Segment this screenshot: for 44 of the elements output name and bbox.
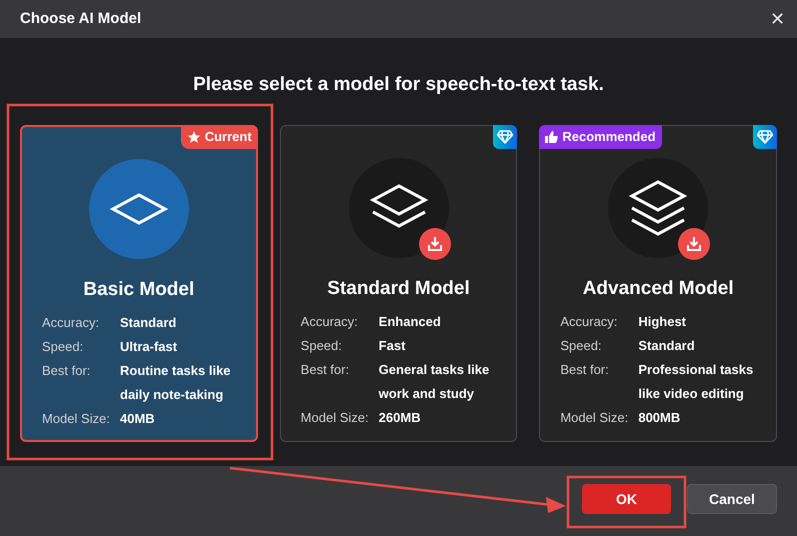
download-icon[interactable] xyxy=(418,228,450,260)
badge-label: Current xyxy=(204,128,252,146)
spec-value: Ultra-fast xyxy=(120,338,178,356)
thumbs-up-icon xyxy=(545,131,558,143)
spec-value: Standard xyxy=(638,337,695,355)
spec-label: Model Size: xyxy=(300,409,370,427)
dialog-heading: Please select a model for speech-to-text task. xyxy=(193,73,604,98)
spec-value: Standard xyxy=(120,314,176,332)
spec-label: Best for: xyxy=(560,361,610,379)
spec-value: Professional tasks like video editing xyxy=(638,361,754,403)
spec-value: General tasks like work and study xyxy=(378,361,490,403)
spec-value: 800MB xyxy=(638,409,680,427)
spec-value: Highest xyxy=(638,313,686,331)
spec-value: Fast xyxy=(378,337,406,355)
spec-label: Speed: xyxy=(300,337,343,355)
spec-label: Speed: xyxy=(42,338,84,356)
close-button[interactable]: ✕ xyxy=(770,10,785,28)
star-icon xyxy=(186,130,201,144)
diamond-icon xyxy=(757,130,774,144)
model-card[interactable]: Current Basic Model Accuracy: Standard Speed: Ultra-fast Best for: Routine tasks like daily note-taking Model Size: 40MB xyxy=(20,125,258,442)
cancel-button[interactable]: Cancel xyxy=(687,484,777,514)
spec-value: 40MB xyxy=(120,410,155,428)
ok-button[interactable]: OK xyxy=(582,484,671,514)
model-name: Advanced Model xyxy=(582,277,734,301)
diamond-icon xyxy=(497,130,514,144)
spec-label: Accuracy: xyxy=(42,314,100,332)
model-name: Basic Model xyxy=(83,278,194,302)
spec-label: Best for: xyxy=(42,362,92,380)
model-card[interactable]: Recommended Advanced Model Accuracy: Highest Speed: Standard Best for: Professional tasks like video editing Model Size: 800MB xyxy=(539,125,778,442)
spec-label: Accuracy: xyxy=(300,313,359,331)
spec-label: Accuracy: xyxy=(560,313,618,331)
badge-label: Recommended xyxy=(562,128,656,146)
spec-label: Model Size: xyxy=(560,409,630,427)
spec-label: Best for: xyxy=(300,361,350,379)
spec-value: 260MB xyxy=(378,409,421,427)
model-card[interactable]: Standard Model Accuracy: Enhanced Speed: Fast Best for: General tasks like work and study Model Size: 260MB xyxy=(280,125,518,442)
spec-value: Enhanced xyxy=(378,313,441,331)
window-title: Choose AI Model xyxy=(20,8,142,29)
spec-label: Model Size: xyxy=(42,410,111,428)
spec-value: Routine tasks like daily note-taking xyxy=(120,362,232,404)
layers-icon xyxy=(629,179,688,237)
download-icon[interactable] xyxy=(678,228,710,260)
model-name: Standard Model xyxy=(327,277,470,301)
spec-label: Speed: xyxy=(560,337,603,355)
